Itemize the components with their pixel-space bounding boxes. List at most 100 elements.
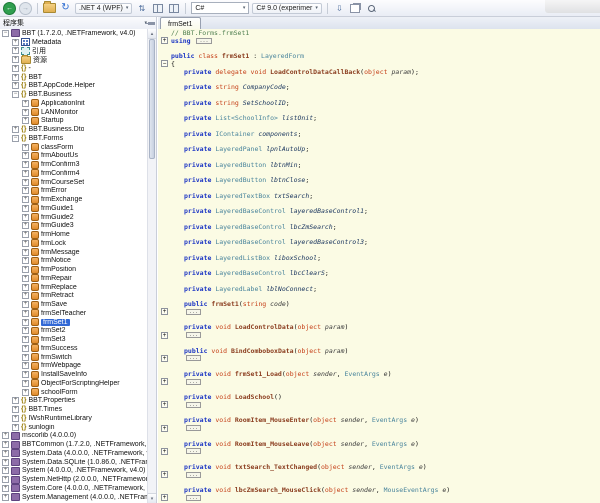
expander-icon[interactable]: + (22, 170, 29, 177)
tree-item-BBT.Forms[interactable]: −{}BBT.Forms (0, 134, 156, 143)
collapsed-region-box[interactable]: ... (186, 472, 201, 478)
collapsed-region-box[interactable]: ... (186, 402, 201, 408)
expander-icon[interactable]: + (12, 47, 19, 54)
collapsed-region-box[interactable]: ... (186, 379, 201, 385)
fold-box-icon[interactable]: + (161, 494, 168, 501)
tree-item-frmGuide1[interactable]: +frmGuide1 (0, 204, 156, 213)
tree-item-frmMessage[interactable]: +frmMessage (0, 248, 156, 257)
tree-item-frmGuide2[interactable]: +frmGuide2 (0, 213, 156, 222)
collapsed-region-box[interactable]: ... (186, 332, 201, 338)
expander-icon[interactable]: + (22, 144, 29, 151)
fold-marker-icon[interactable]: + (158, 308, 171, 315)
expander-icon[interactable]: + (22, 196, 29, 203)
sort-assemblies-button[interactable]: ⇅ (135, 2, 148, 15)
tree-item-frmPosition[interactable]: +frmPosition (0, 265, 156, 274)
expander-icon[interactable]: + (22, 214, 29, 221)
fold-box-icon[interactable]: + (161, 401, 168, 408)
expander-icon[interactable]: + (22, 249, 29, 256)
expander-icon[interactable]: + (2, 494, 9, 501)
fold-marker-icon[interactable]: + (158, 448, 171, 455)
tree-item-schoolForm[interactable]: +schoolForm (0, 388, 156, 397)
fold-marker-icon[interactable]: + (158, 37, 171, 44)
tree-item-frmLock[interactable]: +frmLock (0, 239, 156, 248)
fold-box-icon[interactable]: + (161, 332, 168, 339)
expander-icon[interactable]: + (22, 354, 29, 361)
tree-item-frmRepair[interactable]: +frmRepair (0, 274, 156, 283)
tree-item-frmGuide3[interactable]: +frmGuide3 (0, 222, 156, 231)
expander-icon[interactable]: + (22, 266, 29, 273)
expander-icon[interactable]: + (12, 82, 19, 89)
tree-item-LANMonitor[interactable]: +LANMonitor (0, 108, 156, 117)
expander-icon[interactable]: + (12, 406, 19, 413)
tree-item-frmConfirm3[interactable]: +frmConfirm3 (0, 160, 156, 169)
expander-icon[interactable]: + (22, 284, 29, 291)
tree-item-classForm[interactable]: +classForm (0, 143, 156, 152)
tree-item-Metadata[interactable]: +Metadata (0, 38, 156, 47)
tree-item--[interactable]: +引用 (0, 47, 156, 56)
fold-marker-icon[interactable]: − (158, 60, 171, 67)
tree-item-frmSet1[interactable]: +frmSet1 (0, 318, 156, 327)
tree-item-frmSelTeacher[interactable]: +frmSelTeacher (0, 309, 156, 318)
tree-item-System.Data.SQLite-1.0.86.0-.NETFramework-v4.0-[interactable]: +System.Data.SQLite (1.0.86.0, .NETFrame… (0, 458, 156, 467)
tree-item-BBT[interactable]: +{}BBT (0, 73, 156, 82)
fold-box-icon[interactable]: + (161, 471, 168, 478)
expander-icon[interactable]: + (12, 65, 19, 72)
fold-marker-icon[interactable]: + (158, 401, 171, 408)
open-assembly-button[interactable] (43, 2, 56, 15)
collapsed-region-box[interactable]: ... (196, 38, 211, 44)
tree-item-frmSwitch[interactable]: +frmSwitch (0, 353, 156, 362)
collapsed-region-box[interactable]: ... (186, 448, 201, 454)
tree-item-frmCourseSet[interactable]: +frmCourseSet (0, 178, 156, 187)
expander-icon[interactable]: + (22, 345, 29, 352)
scroll-down-icon[interactable]: ▾ (148, 493, 156, 503)
expander-icon[interactable]: + (22, 336, 29, 343)
tree-item-BBT-1.7.2.0-.NETFramework-v4.0-[interactable]: −BBT (1.7.2.0, .NETFramework, v4.0) (0, 29, 156, 38)
fold-marker-icon[interactable]: + (158, 494, 171, 501)
scroll-up-icon[interactable]: ▴ (148, 29, 156, 39)
tree-item-System-4.0.0.0-.NETFramework-v4.0-[interactable]: +System (4.0.0.0, .NETFramework, v4.0) (0, 467, 156, 476)
tree-item-frmHome[interactable]: +frmHome (0, 230, 156, 239)
tree-item-frmExchange[interactable]: +frmExchange (0, 195, 156, 204)
toggle-panel-button[interactable] (167, 2, 180, 15)
collapsed-region-box[interactable]: ... (186, 495, 201, 501)
expander-icon[interactable]: + (22, 100, 29, 107)
fold-marker-icon[interactable]: + (158, 471, 171, 478)
collapsed-region-box[interactable]: ... (186, 355, 201, 361)
expander-icon[interactable]: + (12, 39, 19, 46)
tree-item--[interactable]: +{}- (0, 64, 156, 73)
expander-icon[interactable]: + (22, 389, 29, 396)
collapse-nodes-button[interactable] (151, 2, 164, 15)
expander-icon[interactable]: + (12, 56, 19, 63)
expander-icon[interactable]: + (2, 476, 9, 483)
tree-item-System.Management-4.0.0.0-.NETFramework-v4.0-[interactable]: +System.Management (4.0.0.0, .NETFramewo… (0, 493, 156, 502)
expander-icon[interactable]: + (22, 327, 29, 334)
expander-icon[interactable]: + (22, 222, 29, 229)
tree-item-BBT.Times[interactable]: +{}BBT.Times (0, 405, 156, 414)
expander-icon[interactable]: + (12, 397, 19, 404)
tree-item-System.NetHttp-2.0.0.0-.NETFramework-v4.0-[interactable]: +System.NetHttp (2.0.0.0, .NETFramework,… (0, 475, 156, 484)
sort-by-button[interactable]: ⇩ (333, 2, 346, 15)
reload-button[interactable]: ↻ (59, 2, 72, 15)
expander-icon[interactable]: + (22, 179, 29, 186)
scrollbar-thumb[interactable] (149, 39, 155, 159)
tree-item-ObjectForScriptingHelper[interactable]: +ObjectForScriptingHelper (0, 379, 156, 388)
tree-item-BBT.Business[interactable]: −{}BBT.Business (0, 90, 156, 99)
tree-item-System.Data-4.0.0.0-.NETFramework-v4.0-[interactable]: +System.Data (4.0.0.0, .NETFramework, v4… (0, 449, 156, 458)
tree-item-frmReplace[interactable]: +frmReplace (0, 283, 156, 292)
tree-item-frmNotice[interactable]: +frmNotice (0, 257, 156, 266)
assembly-list-dropdown[interactable]: .NET 4 (WPF) ▾ (75, 3, 132, 14)
tree-item-sunlogin[interactable]: +{}sunlogin (0, 423, 156, 432)
expander-icon[interactable]: + (22, 117, 29, 124)
language-version-dropdown[interactable]: C# 9.0 (experimer ▾ (252, 3, 322, 14)
expander-icon[interactable]: + (22, 380, 29, 387)
tree-item-frmSet3[interactable]: +frmSet3 (0, 335, 156, 344)
expander-icon[interactable]: − (2, 30, 9, 37)
expander-icon[interactable]: + (22, 257, 29, 264)
expander-icon[interactable]: + (22, 109, 29, 116)
fold-marker-icon[interactable]: + (158, 378, 171, 385)
tree-item-Startup[interactable]: +Startup (0, 117, 156, 126)
tree-item-frmRetract[interactable]: +frmRetract (0, 292, 156, 301)
expander-icon[interactable]: + (22, 292, 29, 299)
fold-box-icon[interactable]: + (161, 378, 168, 385)
tree-item-frmError[interactable]: +frmError (0, 187, 156, 196)
